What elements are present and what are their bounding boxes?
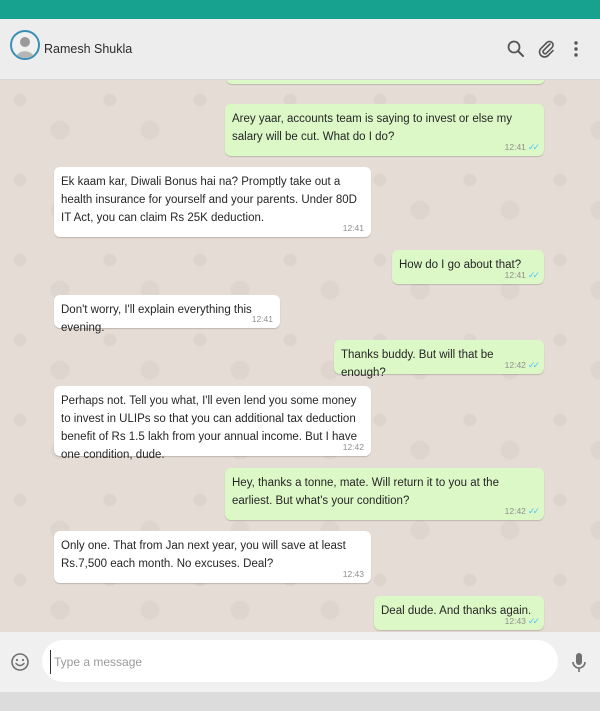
message-bubble-incoming[interactable]: Ek kaam kar, Diwali Bonus hai na? Prompt…: [54, 167, 371, 237]
message-time: 12:41: [504, 270, 526, 280]
read-ticks-icon: ✓✓: [527, 360, 540, 370]
message-bubble-outgoing[interactable]: Hey, thanks a tonne, mate. Will return i…: [225, 468, 544, 520]
chat-window: Ramesh Shukla Arey yaar, accounts team i…: [0, 19, 600, 711]
message-text: Only one. That from Jan next year, you w…: [61, 540, 346, 570]
message-time: 12:43: [504, 616, 526, 626]
avatar-portrait-icon: [16, 37, 34, 58]
read-ticks-icon: ✓✓: [527, 506, 540, 516]
message-time: 12:41: [342, 223, 364, 233]
message-meta: 12:41: [343, 223, 364, 233]
avatar[interactable]: [10, 30, 40, 60]
message-meta: 12:42: [343, 442, 364, 452]
contact-name[interactable]: Ramesh Shukla: [44, 42, 132, 56]
message-bubble-outgoing[interactable]: Arey yaar, accounts team is saying to in…: [225, 104, 544, 156]
read-ticks-icon: ✓✓: [527, 270, 540, 280]
message-meta: 12:42 ✓✓: [504, 506, 540, 516]
message-bubble-outgoing[interactable]: Deal dude. And thanks again. 12:43 ✓✓: [374, 596, 544, 630]
message-text: Don't worry, I'll explain everything thi…: [61, 304, 252, 334]
message-meta: 12:41: [252, 314, 273, 324]
window-bottom-strip: [0, 692, 600, 711]
search-icon[interactable]: [506, 39, 526, 59]
message-time: 12:41: [504, 142, 526, 152]
message-meta: 12:41 ✓✓: [504, 270, 540, 280]
message-bubble-incoming[interactable]: Don't worry, I'll explain everything thi…: [54, 295, 280, 334]
microphone-icon[interactable]: [570, 652, 588, 674]
chat-header: Ramesh Shukla: [0, 19, 600, 80]
read-ticks-icon: ✓✓: [527, 142, 540, 152]
message-meta: 12:43 ✓✓: [504, 616, 540, 626]
message-bubble-outgoing[interactable]: Thanks buddy. But will that be enough? 1…: [334, 340, 544, 379]
message-input-container[interactable]: [42, 640, 558, 682]
window-top-bar: [0, 0, 600, 19]
message-list[interactable]: Arey yaar, accounts team is saying to in…: [0, 80, 600, 632]
message-text: Perhaps not. Tell you what, I'll even le…: [61, 395, 357, 461]
message-bubble-outgoing[interactable]: How do I go about that? 12:41 ✓✓: [392, 250, 544, 284]
message-time: 12:41: [251, 314, 273, 324]
message-text: Arey yaar, accounts team is saying to in…: [232, 113, 512, 143]
message-text: Hey, thanks a tonne, mate. Will return i…: [232, 477, 499, 507]
message-bubble-incoming[interactable]: Perhaps not. Tell you what, I'll even le…: [54, 386, 371, 461]
message-text: Ek kaam kar, Diwali Bonus hai na? Prompt…: [61, 176, 357, 224]
message-input[interactable]: [50, 650, 536, 674]
emoji-icon[interactable]: [10, 652, 30, 672]
menu-icon[interactable]: [566, 39, 586, 59]
message-meta: 12:41 ✓✓: [504, 142, 540, 152]
message-time: 12:42: [504, 506, 526, 516]
message-time: 12:42: [504, 360, 526, 370]
attach-icon[interactable]: [537, 39, 557, 59]
read-ticks-icon: ✓✓: [527, 616, 540, 626]
message-meta: 12:43: [343, 569, 364, 579]
earlier-message-bubble: [226, 80, 545, 84]
message-time: 12:42: [342, 442, 364, 452]
message-time: 12:43: [342, 569, 364, 579]
message-bubble-incoming[interactable]: Only one. That from Jan next year, you w…: [54, 531, 371, 583]
message-meta: 12:42 ✓✓: [504, 360, 540, 370]
